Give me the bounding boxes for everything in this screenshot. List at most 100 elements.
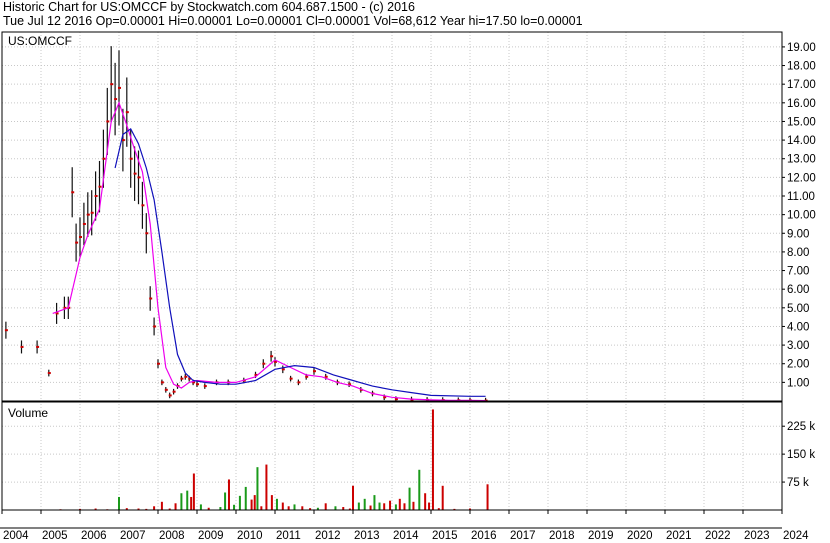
volume-bar: [431, 409, 434, 510]
price-tick-label: 12.00: [787, 172, 816, 184]
axis-labels: 2004 2005 2006 2007 2008 2009 2010 2011 2012 2013…: [3, 42, 816, 542]
price-tick-label: 18.00: [787, 61, 816, 73]
volume-bar: [153, 506, 156, 510]
x-tick-label: 2007: [120, 530, 146, 542]
volume-bars: [59, 409, 489, 510]
price-point: [172, 390, 176, 393]
price-tick-label: 13.00: [787, 154, 816, 166]
x-tick-label: 2016: [471, 530, 497, 542]
volume-bar: [253, 495, 256, 510]
volume-tick-label: 225 k: [787, 421, 815, 433]
price-point: [79, 236, 82, 238]
price-point: [102, 157, 106, 160]
price-point: [133, 172, 137, 175]
price-point: [36, 345, 40, 348]
volume-bar: [233, 504, 236, 510]
x-tick-label: 2022: [705, 530, 731, 542]
x-tick-label: 2013: [354, 530, 380, 542]
volume-bar: [424, 493, 427, 510]
price-tick-label: 10.00: [787, 210, 816, 222]
volume-bar: [394, 504, 397, 510]
x-tick-label: 2011: [276, 530, 301, 542]
volume-bar: [260, 506, 263, 510]
price-tick-label: 6.00: [787, 284, 809, 296]
volume-bar: [408, 487, 411, 510]
historic-chart: 2004 2005 2006 2007 2008 2009 2010 2011 2012 2013…: [0, 31, 816, 542]
price-tick-label: 8.00: [787, 247, 809, 259]
volume-bar: [281, 502, 284, 510]
price-point: [75, 241, 79, 244]
x-tick-label: 2018: [549, 530, 575, 542]
price-point: [98, 185, 102, 188]
x-tick-label: 2020: [627, 530, 653, 542]
x-tick-label: 2015: [432, 530, 458, 542]
price-tick-label: 15.00: [787, 116, 816, 128]
volume-bar: [369, 505, 372, 510]
x-tick-label: 2005: [42, 530, 68, 542]
volume-bar: [301, 506, 304, 510]
volume-bar: [224, 492, 227, 510]
price-point: [125, 111, 129, 114]
volume-bar: [403, 503, 406, 510]
price-panel-label: US:OMCCF: [8, 34, 72, 48]
x-tick-label: 2023: [744, 530, 770, 542]
price-point: [47, 372, 51, 375]
volume-bar: [383, 503, 386, 510]
price-point: [168, 394, 172, 397]
x-tick-label: 2008: [159, 530, 185, 542]
volume-bar: [428, 502, 431, 510]
price-point: [297, 381, 301, 384]
volume-bar: [265, 464, 268, 510]
price-point: [20, 345, 24, 348]
price-tick-label: 9.00: [787, 228, 809, 240]
volume-bar: [441, 485, 444, 510]
price-point: [281, 368, 285, 371]
x-tick-label: 2019: [588, 530, 614, 542]
price-point: [145, 232, 149, 235]
x-tick-label: 2012: [315, 530, 341, 542]
volume-bar: [418, 469, 421, 510]
price-tick-label: 11.00: [787, 191, 815, 203]
price-tick-label: 19.00: [787, 42, 816, 54]
volume-panel-label: Volume: [8, 406, 48, 420]
price-tick-label: 1.00: [787, 377, 809, 389]
price-tick-label: 2.00: [787, 359, 809, 371]
volume-bar: [275, 498, 278, 510]
price-tick-label: 17.00: [787, 79, 816, 91]
volume-tick-label: 75 k: [787, 477, 809, 489]
x-tick-label: 2024: [783, 530, 809, 542]
volume-bar: [324, 503, 327, 510]
price-point: [394, 398, 398, 401]
volume-bar: [398, 498, 401, 510]
price-point: [141, 204, 145, 207]
volume-bar: [186, 490, 189, 510]
price-point: [110, 83, 114, 86]
price-point: [153, 325, 157, 328]
price-point: [106, 120, 110, 123]
price-point: [305, 375, 309, 378]
volume-bar: [412, 501, 415, 510]
volume-bar: [192, 473, 195, 510]
long-moving-average-line: [114, 128, 486, 397]
volume-bar: [363, 498, 366, 510]
price-point: [313, 370, 316, 373]
volume-bar: [160, 501, 163, 510]
price-point: [289, 377, 293, 380]
x-tick-label: 2010: [237, 530, 263, 542]
price-point: [203, 385, 207, 388]
price-point: [157, 362, 160, 365]
price-point: [137, 176, 141, 179]
price-point: [180, 377, 184, 380]
price-tick-label: 3.00: [787, 340, 809, 352]
volume-bar: [334, 506, 337, 510]
volume-bar: [190, 496, 193, 510]
x-tick-label: 2009: [198, 530, 224, 542]
price-point: [114, 98, 118, 101]
volume-bar: [227, 479, 230, 510]
price-point: [90, 211, 94, 214]
x-tick-label: 2017: [510, 530, 536, 542]
volume-bar: [199, 504, 202, 510]
price-tick-label: 16.00: [787, 98, 816, 110]
price-point: [71, 191, 75, 194]
volume-bar: [244, 486, 247, 510]
